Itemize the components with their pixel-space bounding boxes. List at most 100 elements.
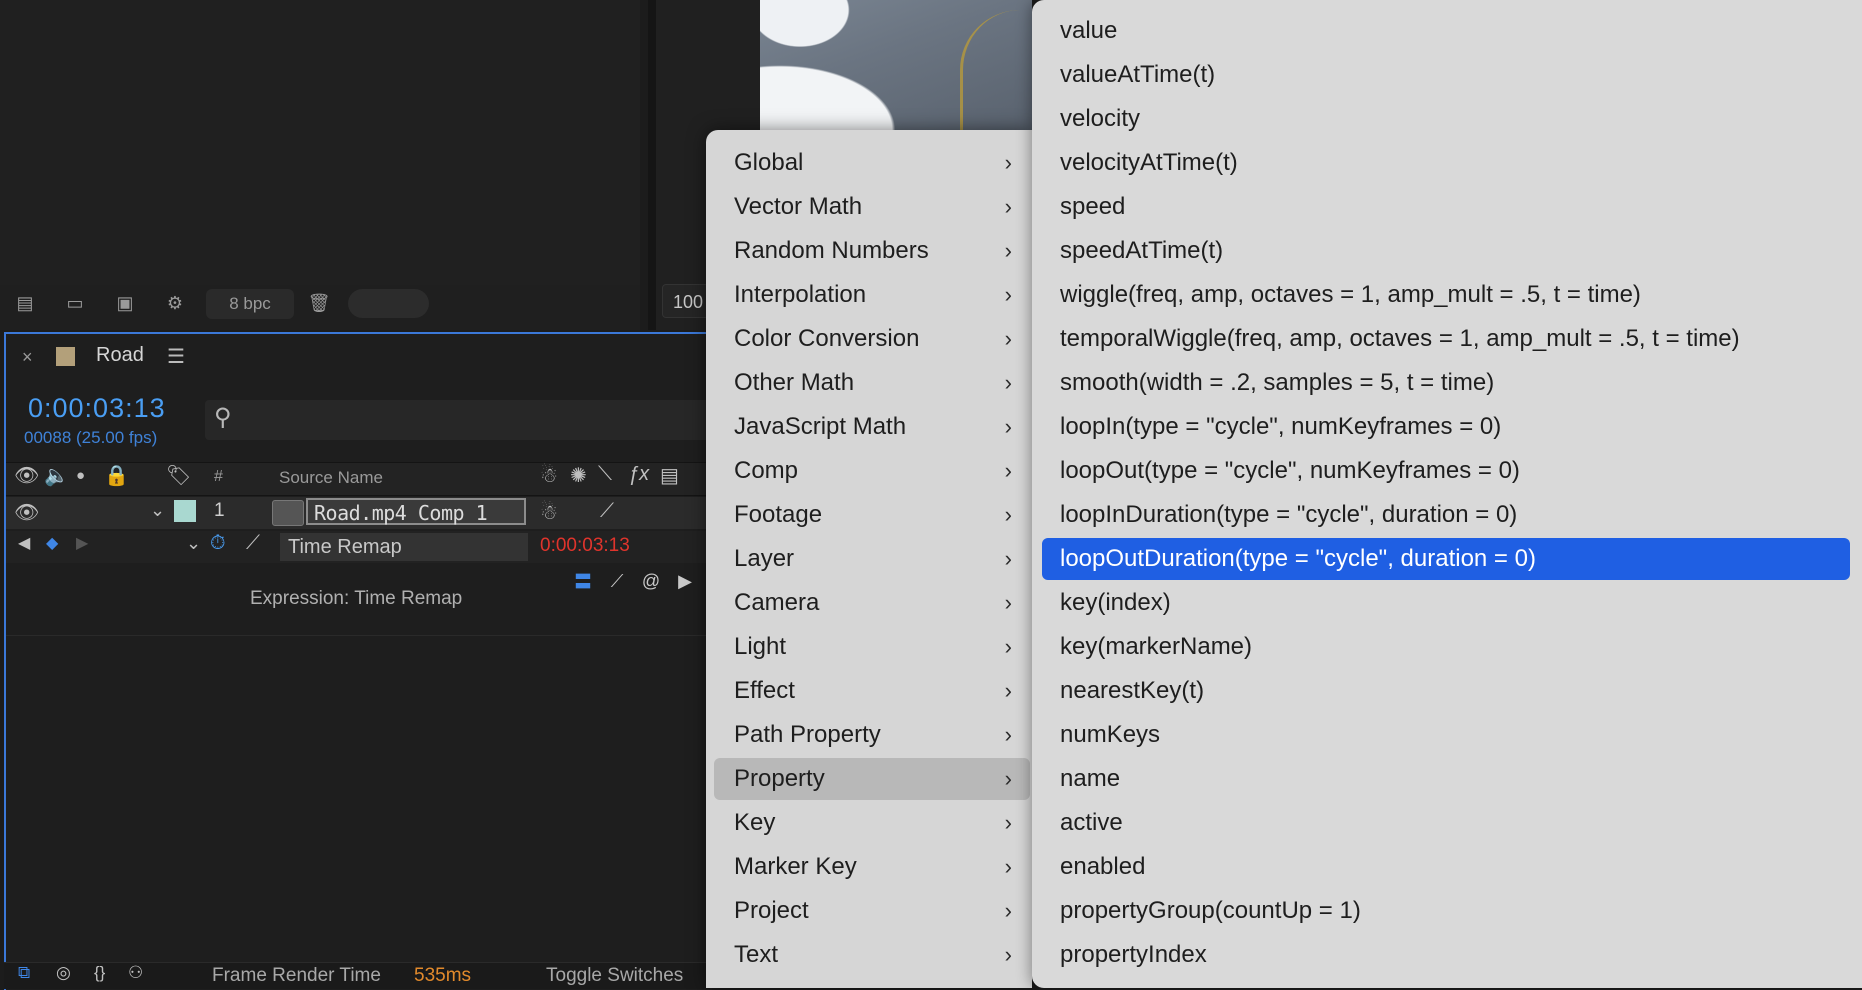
chevron-right-icon: › bbox=[1004, 678, 1012, 703]
menu-item-path-property[interactable]: Path Property › bbox=[714, 714, 1030, 756]
property-value[interactable]: 0:00:03:13 bbox=[540, 535, 630, 557]
quality-icon[interactable]: ⟍ bbox=[598, 463, 612, 486]
layer-shy-icon[interactable]: ☃ bbox=[540, 500, 558, 525]
close-tab-icon[interactable]: × bbox=[22, 347, 33, 368]
layer-label-color[interactable] bbox=[174, 500, 196, 522]
fx-icon[interactable]: ƒx bbox=[628, 463, 649, 486]
column-source-name[interactable]: Source Name bbox=[279, 468, 383, 488]
submenu-item[interactable]: value bbox=[1042, 10, 1850, 52]
submenu-item[interactable]: key(index) bbox=[1042, 582, 1850, 624]
toggle-switches-modes[interactable]: Toggle Switches bbox=[546, 965, 683, 987]
menu-item-random-numbers[interactable]: Random Numbers › bbox=[714, 230, 1030, 272]
expression-graph-icon[interactable]: ⟋ bbox=[604, 568, 630, 594]
collapse-icon[interactable]: ✺ bbox=[570, 463, 587, 488]
menu-item-label: Other Math bbox=[734, 369, 855, 396]
project-search-pill[interactable] bbox=[348, 289, 429, 318]
timeline-search-input[interactable] bbox=[205, 400, 710, 440]
menu-item-global[interactable]: Global › bbox=[714, 142, 1030, 184]
next-keyframe-icon[interactable]: ▶ bbox=[76, 533, 88, 553]
chevron-right-icon: › bbox=[1004, 502, 1012, 527]
composition-icon bbox=[272, 500, 304, 526]
label-tag-icon[interactable]: 🏷 bbox=[166, 463, 191, 488]
menu-item-key[interactable]: Key › bbox=[714, 802, 1030, 844]
menu-item-interpolation[interactable]: Interpolation › bbox=[714, 274, 1030, 316]
submenu-item[interactable]: name bbox=[1042, 758, 1850, 800]
menu-item-camera[interactable]: Camera › bbox=[714, 582, 1030, 624]
menu-item-light[interactable]: Light › bbox=[714, 626, 1030, 668]
keyframe-diamond-icon[interactable]: ◆ bbox=[46, 533, 58, 553]
menu-item-marker-key[interactable]: Marker Key › bbox=[714, 846, 1030, 888]
trash-icon[interactable]: 🗑 bbox=[304, 290, 334, 316]
submenu-item[interactable]: loopIn(type = "cycle", numKeyframes = 0) bbox=[1042, 406, 1850, 448]
submenu-item[interactable]: velocityAtTime(t) bbox=[1042, 142, 1850, 184]
expression-language-menu-icon[interactable]: ▶ bbox=[672, 568, 698, 594]
expression-enable-icon[interactable]: 〓 bbox=[570, 568, 596, 594]
submenu-item-label: propertyIndex bbox=[1060, 941, 1207, 968]
submenu-item-label: loopInDuration(type = "cycle", duration … bbox=[1060, 501, 1518, 528]
new-folder-icon[interactable]: ▭ bbox=[60, 290, 90, 316]
audio-icon[interactable]: 🔈 bbox=[44, 463, 69, 488]
menu-item-label: Comp bbox=[734, 457, 799, 484]
pick-whip-icon[interactable]: @ bbox=[638, 568, 664, 594]
render-queue-icon[interactable]: ⚙ bbox=[160, 290, 190, 316]
lock-icon[interactable]: 🔒 bbox=[104, 463, 129, 488]
menu-item-color-conversion[interactable]: Color Conversion › bbox=[714, 318, 1030, 360]
submenu-item-label: propertyGroup(countUp = 1) bbox=[1060, 897, 1361, 924]
interpret-footage-icon[interactable]: ▤ bbox=[10, 290, 40, 316]
project-panel bbox=[0, 0, 640, 330]
submenu-item[interactable]: key(markerName) bbox=[1042, 626, 1850, 668]
submenu-item[interactable]: numKeys bbox=[1042, 714, 1850, 756]
menu-item-javascript-math[interactable]: JavaScript Math › bbox=[714, 406, 1030, 448]
eye-icon[interactable]: 👁 bbox=[14, 463, 39, 488]
menu-item-property[interactable]: Property › bbox=[714, 758, 1030, 800]
submenu-item[interactable]: velocity bbox=[1042, 98, 1850, 140]
search-icon[interactable]: ⚲ bbox=[214, 403, 232, 432]
solo-icon[interactable]: ● bbox=[76, 467, 85, 484]
layer-visibility-icon[interactable]: 👁 bbox=[14, 500, 39, 525]
in-out-icon[interactable]: ⚇ bbox=[128, 963, 143, 983]
shy-icon[interactable]: ☃ bbox=[540, 463, 558, 488]
menu-item-other-math[interactable]: Other Math › bbox=[714, 362, 1030, 404]
layer-expand-chevron-icon[interactable]: ⌄ bbox=[150, 500, 165, 521]
submenu-item[interactable]: speed bbox=[1042, 186, 1850, 228]
menu-item-project[interactable]: Project › bbox=[714, 890, 1030, 932]
submenu-item[interactable]: loopOut(type = "cycle", numKeyframes = 0… bbox=[1042, 450, 1850, 492]
menu-item-comp[interactable]: Comp › bbox=[714, 450, 1030, 492]
stopwatch-icon[interactable]: ⏱ bbox=[210, 532, 226, 555]
submenu-item[interactable]: nearestKey(t) bbox=[1042, 670, 1850, 712]
submenu-item[interactable]: smooth(width = .2, samples = 5, t = time… bbox=[1042, 362, 1850, 404]
submenu-item[interactable]: wiggle(freq, amp, octaves = 1, amp_mult … bbox=[1042, 274, 1850, 316]
submenu-item[interactable]: enabled bbox=[1042, 846, 1850, 888]
chevron-right-icon: › bbox=[1004, 898, 1012, 923]
submenu-item[interactable]: loopOutDuration(type = "cycle", duration… bbox=[1042, 538, 1850, 580]
submenu-item[interactable]: propertyIndex bbox=[1042, 934, 1850, 976]
property-name[interactable]: Time Remap bbox=[280, 533, 528, 561]
graph-icon[interactable]: ⟋ bbox=[246, 532, 260, 555]
layer-quality-icon[interactable]: ⟋ bbox=[600, 500, 614, 523]
submenu-item[interactable]: temporalWiggle(freq, amp, octaves = 1, a… bbox=[1042, 318, 1850, 360]
new-composition-icon[interactable]: ▣ bbox=[110, 290, 140, 316]
submenu-item[interactable]: speedAtTime(t) bbox=[1042, 230, 1850, 272]
menu-item-text[interactable]: Text › bbox=[714, 934, 1030, 976]
submenu-item[interactable]: valueAtTime(t) bbox=[1042, 54, 1850, 96]
menu-item-vector-math[interactable]: Vector Math › bbox=[714, 186, 1030, 228]
submenu-item[interactable]: propertyGroup(countUp = 1) bbox=[1042, 890, 1850, 932]
property-expand-chevron-icon[interactable]: ⌄ bbox=[186, 533, 201, 554]
submenu-item[interactable]: loopInDuration(type = "cycle", duration … bbox=[1042, 494, 1850, 536]
panel-menu-icon[interactable]: ☰ bbox=[167, 344, 185, 369]
timeline-tab-title[interactable]: Road bbox=[96, 344, 144, 367]
motion-blur-icon[interactable]: ▤ bbox=[660, 463, 679, 488]
comp-flowchart-icon[interactable]: ⧉ bbox=[18, 963, 30, 983]
bit-depth-button[interactable]: 8 bpc bbox=[206, 289, 294, 319]
submenu-item-label: speed bbox=[1060, 193, 1126, 220]
menu-item-effect[interactable]: Effect › bbox=[714, 670, 1030, 712]
layer-switches-icon[interactable]: ◎ bbox=[56, 963, 71, 983]
menu-item-footage[interactable]: Footage › bbox=[714, 494, 1030, 536]
transfer-controls-icon[interactable]: {} bbox=[94, 963, 105, 983]
submenu-item[interactable]: active bbox=[1042, 802, 1850, 844]
previous-keyframe-icon[interactable]: ◀ bbox=[18, 533, 30, 553]
menu-item-layer[interactable]: Layer › bbox=[714, 538, 1030, 580]
current-time-display[interactable]: 0:00:03:13 bbox=[28, 393, 166, 424]
layer-number: 1 bbox=[214, 500, 225, 521]
layer-name-field[interactable]: Road.mp4 Comp 1 bbox=[306, 498, 526, 525]
